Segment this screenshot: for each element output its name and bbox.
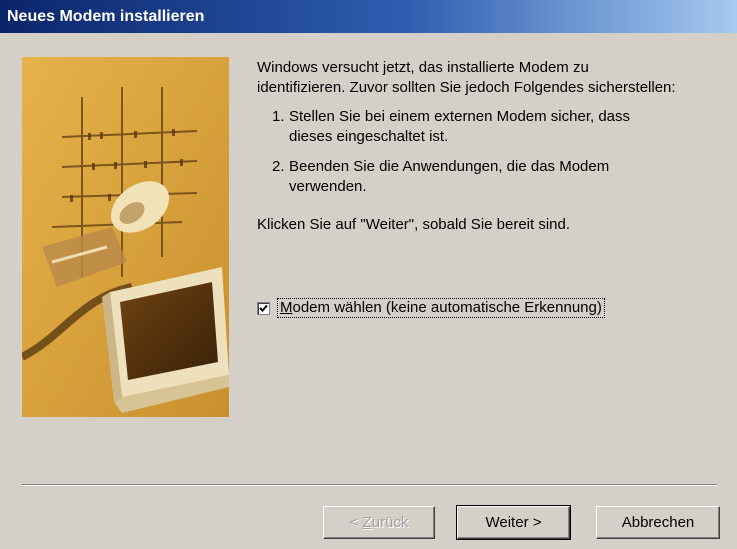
select-modem-checkbox[interactable] bbox=[257, 301, 270, 315]
mnemonic-letter: M bbox=[280, 299, 293, 316]
next-label: Weiter > bbox=[485, 514, 542, 531]
intro-text: Windows versucht jetzt, das installierte… bbox=[257, 59, 676, 96]
next-button[interactable]: Weiter > bbox=[456, 505, 571, 540]
step-item: 1. Stellen Sie bei einem externen Modem … bbox=[272, 107, 677, 147]
select-modem-label[interactable]: Modem wählen (keine automatische Erkennu… bbox=[277, 298, 605, 318]
ready-text: Klicken Sie auf "Weiter", sobald Sie ber… bbox=[257, 216, 571, 233]
instructions: Windows versucht jetzt, das installierte… bbox=[257, 58, 677, 235]
select-modem-label-text: odem wählen (keine automatische Erkennun… bbox=[292, 299, 602, 316]
back-button[interactable]: < Zurück bbox=[323, 506, 435, 539]
window-title: Neues Modem installieren bbox=[7, 8, 205, 25]
modem-illustration bbox=[22, 57, 229, 417]
back-prefix: < bbox=[349, 514, 363, 531]
cancel-label: Abbrechen bbox=[621, 514, 695, 531]
separator bbox=[22, 484, 717, 486]
step-item: 2. Beenden Sie die Anwendungen, die das … bbox=[272, 157, 677, 197]
cancel-button[interactable]: Abbrechen bbox=[596, 506, 720, 539]
step-number: 2. bbox=[272, 158, 285, 175]
checkmark-icon bbox=[259, 304, 268, 312]
mnemonic-letter: Z bbox=[362, 514, 372, 531]
select-modem-option[interactable]: Modem wählen (keine automatische Erkennu… bbox=[257, 298, 605, 318]
title-bar: Neues Modem installieren bbox=[0, 0, 737, 33]
back-label: urück bbox=[371, 514, 409, 531]
step-text: Stellen Sie bei einem externen Modem sic… bbox=[289, 108, 631, 145]
modem-computer-illustration-icon bbox=[22, 57, 229, 417]
step-text: Beenden Sie die Anwendungen, die das Mod… bbox=[289, 158, 610, 195]
dialog-body: Windows versucht jetzt, das installierte… bbox=[0, 33, 737, 549]
steps-list: 1. Stellen Sie bei einem externen Modem … bbox=[272, 107, 677, 197]
step-number: 1. bbox=[272, 108, 285, 125]
